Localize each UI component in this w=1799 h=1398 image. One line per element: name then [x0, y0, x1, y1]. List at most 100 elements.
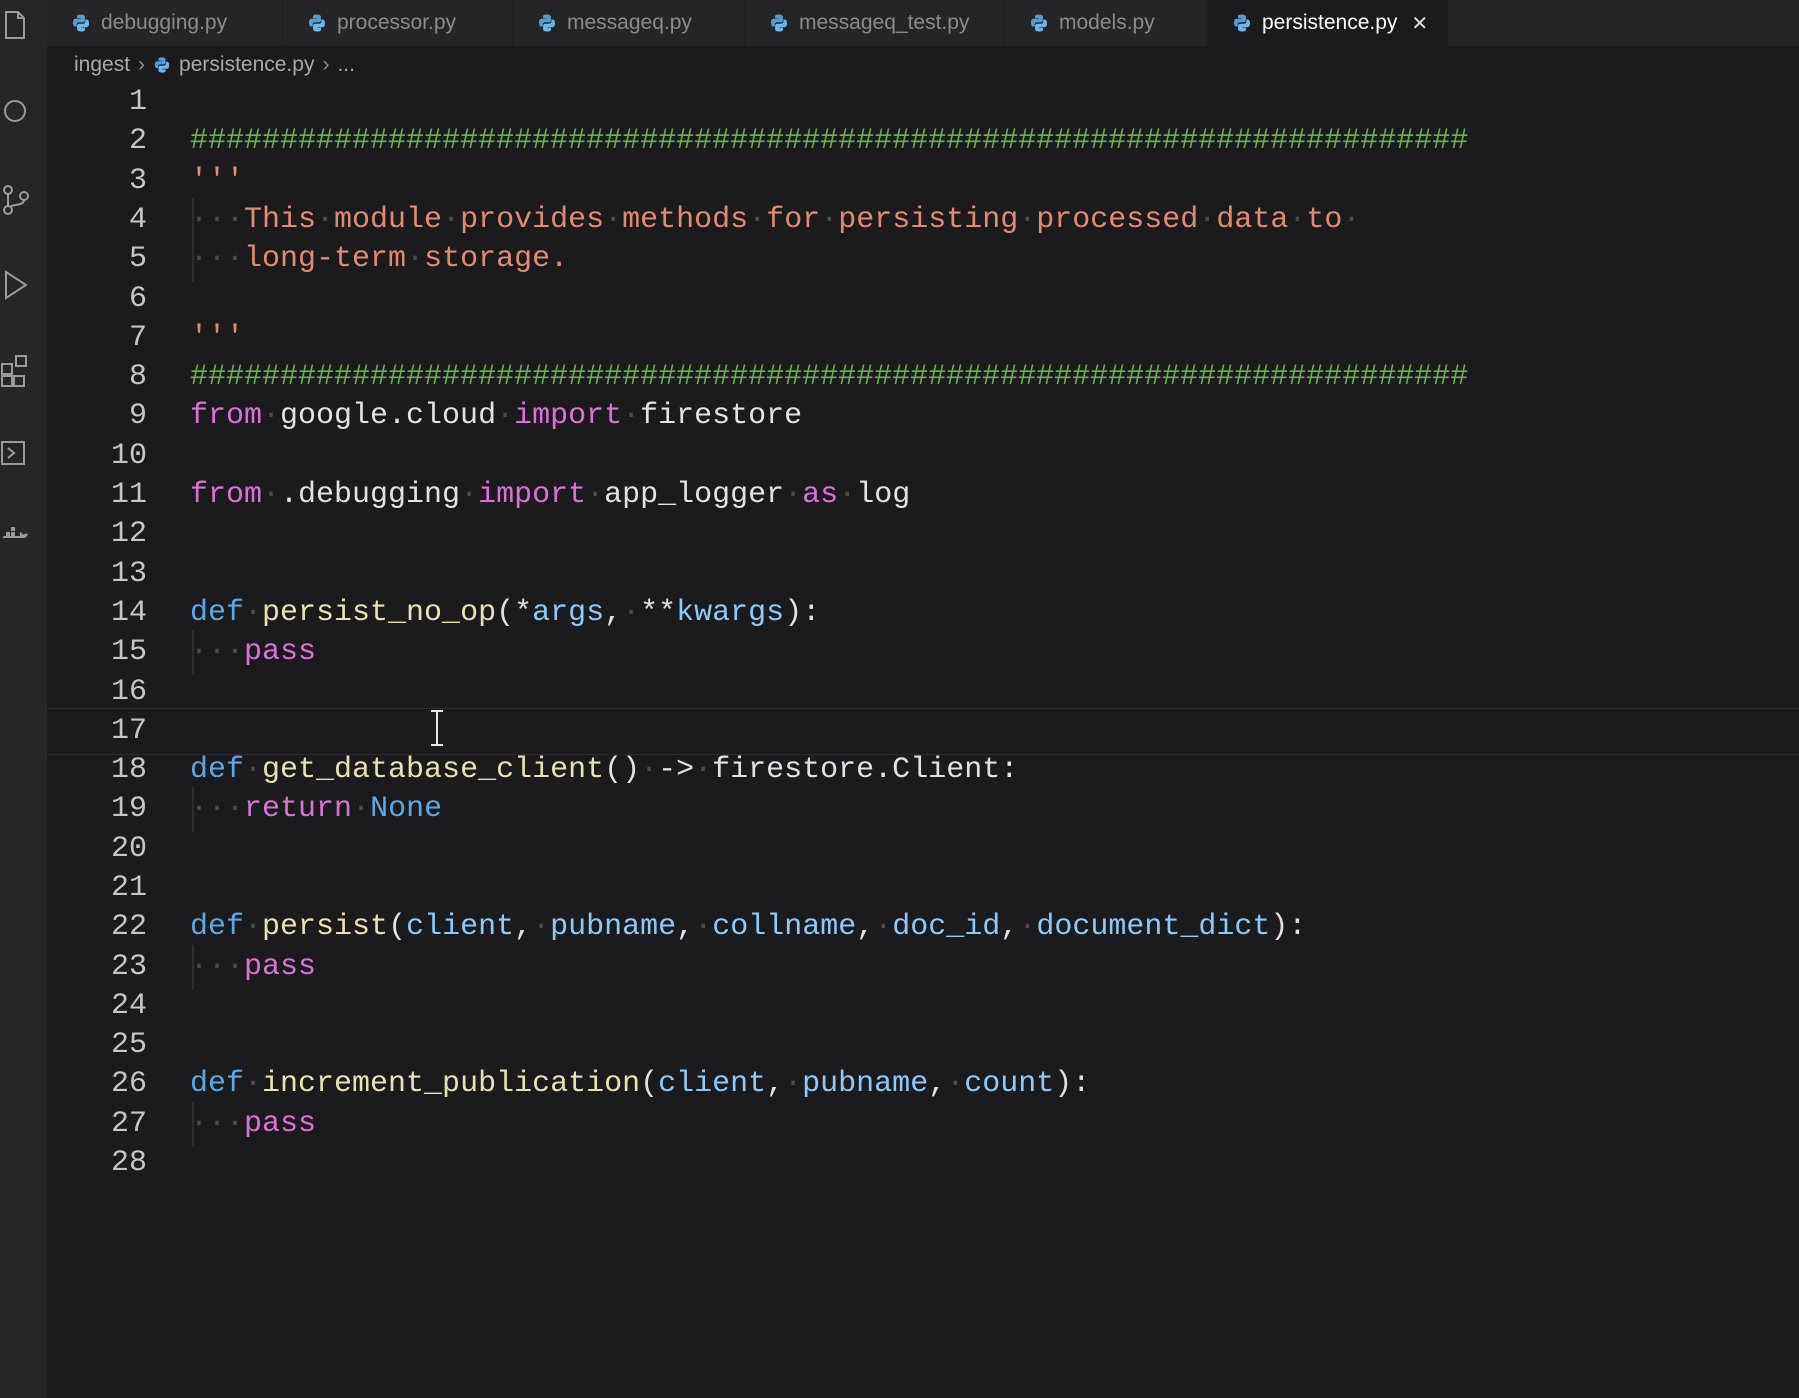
python-file-icon — [154, 57, 170, 73]
code-token: This — [244, 203, 317, 237]
code-token: client — [406, 910, 515, 944]
breadcrumb-file[interactable]: persistence.py — [179, 53, 314, 77]
whitespace-marker: · — [586, 478, 605, 512]
code-token: ''' — [190, 321, 245, 355]
source-control-icon[interactable] — [0, 182, 30, 218]
whitespace-marker: · — [262, 399, 281, 433]
code-line[interactable]: 2 #######################################… — [47, 119, 1799, 164]
code-token: firestore — [640, 399, 803, 433]
code-text: ···long-term·storage. — [190, 237, 568, 282]
code-token: , — [604, 596, 623, 630]
whitespace-marker: · — [244, 753, 263, 787]
code-token: def — [190, 910, 245, 944]
run-debug-icon[interactable] — [0, 268, 30, 304]
code-token: (* — [496, 596, 533, 630]
code-token: methods — [622, 203, 749, 237]
whitespace-marker: · — [874, 910, 893, 944]
line-number: 19 — [110, 792, 147, 826]
close-icon[interactable]: ✕ — [1411, 11, 1428, 36]
code-token: () — [604, 753, 641, 787]
line-number: 15 — [110, 635, 147, 669]
whitespace-marker: · — [838, 478, 857, 512]
code-token: pass — [244, 1107, 317, 1141]
code-token: .debugging — [280, 478, 461, 512]
code-token: firestore.Client: — [712, 753, 1019, 787]
whitespace-marker: · — [532, 910, 551, 944]
code-line[interactable]: 15 ···pass — [47, 630, 1799, 675]
activity-bar — [0, 0, 47, 1398]
explorer-icon[interactable] — [0, 8, 30, 44]
whitespace-marker: · — [1288, 203, 1307, 237]
code-token: args — [532, 596, 605, 630]
breadcrumb-folder[interactable]: ingest — [74, 53, 130, 77]
whitespace-marker: · — [784, 1067, 803, 1101]
python-file-icon — [73, 14, 89, 32]
remote-explorer-icon[interactable] — [0, 436, 30, 472]
tab-debugging-py[interactable]: debugging.py — [47, 0, 283, 46]
code-token: ): — [784, 596, 821, 630]
search-icon[interactable] — [0, 96, 30, 132]
code-line[interactable]: 22 def·persist(client,·pubname,·collname,… — [47, 905, 1799, 950]
python-file-icon — [1234, 14, 1250, 32]
code-token: , — [514, 910, 533, 944]
code-token: module — [334, 203, 443, 237]
code-editor[interactable]: 1 2 ######################################… — [46, 84, 1799, 1398]
code-line[interactable]: 9 from·google.cloud·import·firestore — [47, 394, 1799, 439]
tab-label: processor.py — [337, 11, 457, 34]
code-text: def·increment_publication(client,·pubnam… — [190, 1062, 1090, 1107]
python-file-icon — [309, 14, 325, 32]
code-token: , — [766, 1067, 785, 1101]
whitespace-marker: ··· — [190, 203, 245, 237]
breadcrumb-more[interactable]: ... — [337, 53, 355, 77]
code-line[interactable]: 19 ···return·None — [47, 787, 1799, 832]
code-token: None — [370, 792, 443, 826]
whitespace-marker: · — [784, 478, 803, 512]
code-token: persist_no_op — [262, 596, 497, 630]
code-token: from — [190, 478, 263, 512]
code-line[interactable]: 5 ···long-term·storage. — [47, 237, 1799, 282]
code-token: doc_id — [892, 910, 1001, 944]
code-line[interactable]: 12 — [47, 512, 1799, 557]
code-token: long-term — [244, 242, 407, 276]
code-token: , — [1000, 910, 1019, 944]
whitespace-marker: · — [694, 753, 713, 787]
code-token: pubname — [550, 910, 677, 944]
whitespace-marker: · — [622, 596, 641, 630]
line-number: 28 — [110, 1146, 147, 1180]
code-token: ** — [640, 596, 677, 630]
code-token: pubname — [802, 1067, 929, 1101]
whitespace-marker: · — [1018, 203, 1037, 237]
code-token: ########################################… — [190, 124, 1469, 158]
tab-messageq-py[interactable]: messageq.py — [513, 0, 745, 46]
tab-label: messageq_test.py — [799, 11, 970, 34]
whitespace-marker: · — [244, 1067, 263, 1101]
code-text: def·persist(client,·pubname,·collname,·d… — [190, 905, 1306, 950]
code-token: def — [190, 596, 245, 630]
code-token: collname — [712, 910, 857, 944]
code-token: -> — [658, 753, 695, 787]
tab-messageq_test-py[interactable]: messageq_test.py — [745, 0, 1005, 46]
whitespace-marker: · — [1018, 910, 1037, 944]
whitespace-marker: · — [352, 792, 371, 826]
whitespace-marker: · — [640, 753, 659, 787]
code-line[interactable]: 26 def·increment_publication(client,·pubn… — [47, 1062, 1799, 1107]
extensions-icon[interactable] — [0, 352, 30, 388]
tab-persistence-py[interactable]: persistence.py ✕ — [1208, 0, 1448, 46]
code-token: google.cloud — [280, 399, 497, 433]
whitespace-marker: · — [694, 910, 713, 944]
whitespace-marker: · — [262, 478, 281, 512]
code-token: ( — [640, 1067, 659, 1101]
docker-icon[interactable] — [0, 518, 30, 554]
editor-tab-bar: debugging.py processor.py messageq.py messa… — [47, 0, 1799, 46]
python-file-icon — [771, 14, 787, 32]
code-token: pass — [244, 635, 317, 669]
code-token: ( — [388, 910, 407, 944]
tab-processor-py[interactable]: processor.py — [283, 0, 513, 46]
code-token: data — [1216, 203, 1289, 237]
whitespace-marker: · — [820, 203, 839, 237]
code-line[interactable]: 28 — [47, 1141, 1799, 1186]
code-token: persist — [262, 910, 389, 944]
whitespace-marker: · — [496, 399, 515, 433]
tab-label: models.py — [1059, 11, 1155, 34]
tab-models-py[interactable]: models.py — [1005, 0, 1208, 46]
